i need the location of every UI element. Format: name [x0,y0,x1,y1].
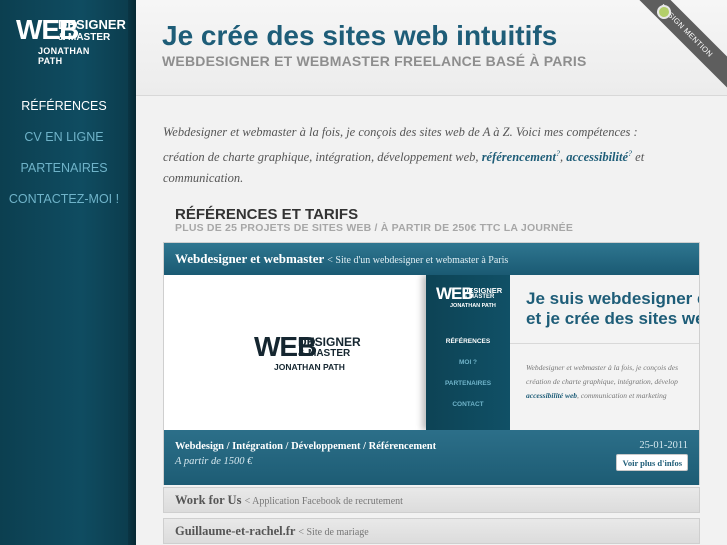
section-title: RÉFÉRENCES ET TARIFS [175,206,359,223]
project-screenshot: WEB DESIGNER & MASTER JONATHAN PATH WEB … [164,275,699,430]
sidebar: WEB DESIGNER & MASTER JONATHAN PATH RÉFÉ… [0,0,136,545]
ribbon-label: DESIGN MENTION [637,0,727,90]
preview-sidebar: WEB DESIGNER & MASTER JONATHAN PATH RÉFÉ… [426,275,510,430]
preview-logo-designer: DESIGNER [298,335,361,349]
project-price: A partir de 1500 € [175,456,253,467]
preview-logo-name: JONATHAN PATH [274,362,345,372]
preview-text-3: , communication et marketing [577,391,667,400]
project-row-desc: < Application Facebook de recrutement [244,496,403,507]
preview-divider [510,343,699,344]
project-tags: Webdesign / Intégration / Développement … [175,441,437,452]
project-date: 25-01-2011 [639,440,688,451]
seo-link[interactable]: référencement [482,150,556,164]
nav-item-references[interactable]: RÉFÉRENCES [0,92,128,123]
main-nav: RÉFÉRENCES CV EN LIGNE PARTENAIRES CONTA… [0,92,128,216]
preview-text-link: accessibilité web [526,391,578,400]
section-subtitle: PLUS DE 25 PROJETS DE SITES WEB / À PART… [175,222,574,234]
preview-nav-item: RÉFÉRENCES [445,338,491,345]
intro-text: Webdesigner et webmaster à la fois, je c… [163,122,703,189]
preview-text-1: Webdesigner et webmaster à la fois, je c… [526,363,678,372]
preview-nav-item: CONTACT [452,401,484,408]
nav-item-cv[interactable]: CV EN LIGNE [0,123,128,154]
preview-text-2: création de charte graphique, intégratio… [526,377,678,386]
page-subtitle: WEBDESIGNER ET WEBMASTER FREELANCE BASÉ … [162,53,587,69]
preview-text: Webdesigner et webmaster à la fois, je c… [526,361,699,403]
preview-nav-item: MOI ? [458,359,478,366]
design-mention-ribbon[interactable]: DESIGN MENTION [637,0,727,90]
project-row-title-wrap: Work for Us < Application Facebook de re… [175,493,403,508]
page-title: Je crée des sites web intuitifs [162,20,558,51]
project-title-wrap: Webdesigner et webmaster < Site d'un web… [175,251,508,267]
site-logo[interactable]: WEB DESIGNER & MASTER JONATHAN PATH [16,14,126,67]
project-row-title-wrap: Guillaume-et-rachel.fr < Site de mariage [175,524,369,539]
preview-nav-item: PARTENAIRES [444,380,492,387]
preview-logo-master: & MASTER [298,348,351,359]
logo-master: & MASTER [58,32,111,43]
project-title: Webdesigner et webmaster [175,251,324,266]
accessibility-link[interactable]: accessibilité [566,150,628,164]
preview-headline-1: Je suis webdesigner et [526,289,699,308]
intro-line1: Webdesigner et webmaster à la fois, je c… [163,125,638,139]
intro-line2-post: et [632,150,645,165]
preview-sidebar-logo-master: & MASTER [463,294,495,300]
preview-logo: WEB DESIGNER & MASTER JONATHAN PATH [254,333,364,373]
project-panel: Webdesigner et webmaster < Site d'un web… [163,242,700,485]
nav-item-partners[interactable]: PARTENAIRES [0,154,128,185]
project-row-desc: < Site de mariage [298,527,369,538]
project-row-title: Guillaume-et-rachel.fr [175,524,296,538]
preview-sidebar-logo-name: JONATHAN PATH [450,303,496,309]
more-info-button[interactable]: Voir plus d'infos [616,454,688,471]
logo-designer: DESIGNER [58,17,126,32]
project-row[interactable]: Guillaume-et-rachel.fr < Site de mariage [163,518,700,544]
project-row[interactable]: Work for Us < Application Facebook de re… [163,487,700,513]
nav-item-contact[interactable]: CONTACTEZ-MOI ! [0,185,128,216]
page-header: Je crée des sites web intuitifs WEBDESIG… [136,0,727,96]
intro-line2-pre: création de charte graphique, intégratio… [163,150,482,165]
project-desc: < Site d'un webdesigner et webmaster à P… [327,255,509,266]
preview-headline-2: et je crée des sites web [526,309,699,328]
project-footer: Webdesign / Intégration / Développement … [164,430,699,485]
intro-line3: communication. [163,171,244,186]
preview-main: Je suis webdesigner et et je crée des si… [510,275,699,430]
project-row-title: Work for Us [175,493,242,507]
preview-sidebar-logo: WEB DESIGNER & MASTER JONATHAN PATH [436,285,506,311]
project-header[interactable]: Webdesigner et webmaster < Site d'un web… [164,243,699,275]
logo-name: JONATHAN PATH [38,46,90,66]
